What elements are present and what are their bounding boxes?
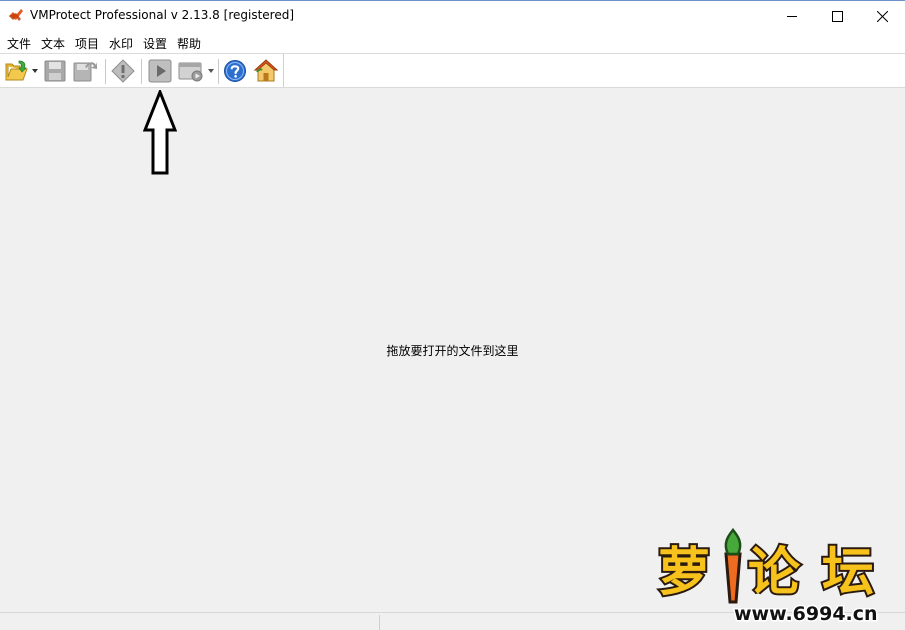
minimize-button[interactable] xyxy=(770,1,815,31)
save-button[interactable] xyxy=(42,58,68,84)
watermark-logo: 萝 论 坛 www.6994.cn xyxy=(656,527,879,624)
compile-run-icon xyxy=(148,59,172,83)
execute-button[interactable] xyxy=(178,58,204,84)
window-title: VMProtect Professional v 2.13.8 [registe… xyxy=(30,8,295,22)
toolbar-separator xyxy=(141,59,142,84)
toolbar-separator xyxy=(105,59,106,84)
drop-hint-text: 拖放要打开的文件到这里 xyxy=(386,344,519,358)
toolbar xyxy=(0,53,284,88)
toolbar-separator xyxy=(218,59,219,84)
close-icon xyxy=(877,10,888,22)
menu-help[interactable]: 帮助 xyxy=(177,35,201,52)
menu-file[interactable]: 文件 xyxy=(7,35,31,52)
properties-icon xyxy=(111,59,135,83)
save-icon xyxy=(44,60,66,82)
execute-icon xyxy=(178,62,203,82)
title-bar[interactable]: VMProtect Professional v 2.13.8 [registe… xyxy=(0,0,905,31)
save-as-button[interactable] xyxy=(72,58,98,84)
open-folder-icon xyxy=(5,60,28,81)
help-button[interactable] xyxy=(222,58,248,84)
menu-bar: 文件 文本 项目 水印 设置 帮助 xyxy=(0,31,905,53)
menu-project[interactable]: 项目 xyxy=(75,35,99,52)
maximize-button[interactable] xyxy=(815,1,860,31)
properties-button[interactable] xyxy=(110,58,136,84)
menu-settings[interactable]: 设置 xyxy=(143,35,167,52)
menu-watermark[interactable]: 水印 xyxy=(109,35,133,52)
watermark-char-3: 论 xyxy=(748,543,801,603)
home-button[interactable] xyxy=(253,58,279,84)
open-button[interactable] xyxy=(4,58,30,84)
status-separator xyxy=(379,615,380,630)
maximize-icon xyxy=(832,10,843,22)
toolbar-empty-area xyxy=(284,53,905,88)
minimize-icon xyxy=(787,15,797,17)
compile-button[interactable] xyxy=(147,58,173,84)
open-dropdown-icon[interactable] xyxy=(31,67,39,75)
carrot-icon xyxy=(724,527,742,604)
vmprotect-logo-icon xyxy=(9,9,23,21)
toolbar-divider xyxy=(0,87,905,88)
watermark-url: www.6994.cn xyxy=(734,603,878,624)
up-arrow-annotation-icon xyxy=(143,90,177,175)
save-as-icon xyxy=(73,62,97,82)
watermark-char-1: 萝 xyxy=(658,543,710,603)
help-icon xyxy=(224,60,246,82)
watermark-char-4: 坛 xyxy=(822,543,874,603)
home-icon xyxy=(253,59,279,82)
execute-dropdown-icon[interactable] xyxy=(207,67,215,75)
menu-text[interactable]: 文本 xyxy=(41,35,65,52)
close-button[interactable] xyxy=(860,1,905,31)
